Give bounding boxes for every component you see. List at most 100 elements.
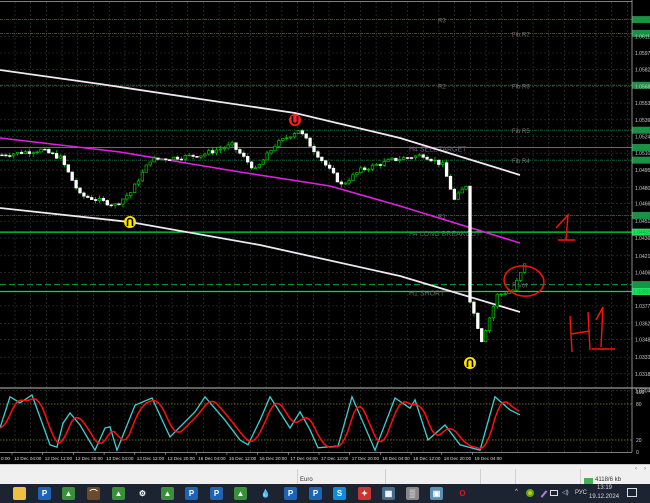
candle-body (386, 159, 390, 162)
candle-body (320, 156, 324, 162)
candle-body (370, 164, 375, 170)
candle-body (70, 171, 74, 181)
candle-body (191, 154, 195, 157)
candle-body (487, 317, 492, 331)
candle-body (109, 204, 113, 207)
candle-body (195, 156, 199, 158)
support-resistance-levels: 1.06260R31.06140Fib R71.05690R2 Fib R61.0… (0, 16, 650, 297)
candle-body (31, 152, 35, 154)
candle-body (35, 151, 39, 154)
network-icon[interactable] (550, 490, 558, 496)
scroll-right-icon[interactable]: › (644, 466, 646, 472)
level-label: Pivot (512, 283, 528, 290)
app-p-icon[interactable]: P (38, 487, 51, 500)
clock-date[interactable]: 19.12.2024 (589, 494, 619, 500)
opera-icon[interactable]: O (456, 487, 469, 500)
candle-body (444, 162, 449, 177)
xpert-icon[interactable]: ⌒ (87, 487, 100, 500)
tray-expand-icon[interactable]: ^ (515, 489, 518, 495)
price-axis-label: 1.04510 (635, 219, 650, 225)
candle-body (23, 151, 28, 155)
image-viewer-icon[interactable]: ▒ (406, 487, 419, 500)
price-chart[interactable]: 1.06260R31.06140Fib R71.05690R2 Fib R61.0… (0, 0, 650, 464)
price-axis-label: 1.03330 (635, 355, 650, 361)
price-axis-label: 1.03775 (635, 304, 650, 310)
divider (385, 469, 386, 485)
app-p-icon[interactable]: P (309, 487, 322, 500)
tray-app-icon[interactable] (526, 489, 534, 497)
level-label: Fib R5 (512, 129, 530, 135)
chart-grid (0, 2, 632, 452)
metatrader-icon[interactable]: ▲ (62, 487, 75, 500)
level-label: H1 SHORT (409, 290, 445, 297)
candle-body (183, 155, 187, 160)
candle-body (97, 198, 102, 201)
candle-body (90, 197, 94, 200)
arrow-up-icon (464, 357, 476, 369)
metatrader-icon[interactable]: ▲ (234, 487, 247, 500)
candle-body (164, 158, 168, 161)
clock-time[interactable]: 13:19 (597, 485, 612, 491)
candle-body (171, 156, 176, 161)
candle-body (433, 159, 437, 162)
picture-icon[interactable]: ▣ (430, 487, 443, 500)
candle-body (51, 152, 55, 155)
app-p-icon[interactable]: P (284, 487, 297, 500)
candle-body (203, 153, 207, 157)
candle-body (425, 156, 429, 160)
candle-body (374, 164, 379, 166)
file-explorer-icon[interactable] (13, 487, 26, 500)
candle-body (394, 157, 398, 161)
time-axis-label: 12 Dec 12:00 (45, 456, 73, 461)
candle-body (409, 157, 414, 159)
candle-body (82, 192, 86, 197)
pen-icon[interactable] (540, 490, 548, 498)
water-drop-icon[interactable]: 💧 (259, 487, 272, 500)
candle-body (261, 159, 265, 165)
candle-body (483, 330, 488, 342)
candle-body (472, 301, 476, 314)
level-label: R3 (438, 19, 446, 25)
candle-body (378, 164, 382, 166)
candle-body (300, 130, 304, 135)
game-icon[interactable]: ✦ (358, 487, 371, 500)
calculator-icon[interactable]: ▦ (382, 487, 395, 500)
candle-body (226, 144, 230, 149)
level-label: R2 (438, 84, 446, 90)
candle-body (129, 192, 133, 197)
candle-body (499, 293, 503, 296)
candle-body (249, 161, 254, 169)
candle-body (4, 154, 8, 157)
candle-body (503, 293, 507, 295)
divider (580, 469, 581, 485)
settings-icon[interactable]: ⚙ (136, 487, 149, 500)
time-axis-label: 13 Dec 04:00 (106, 456, 134, 461)
time-axis-label: 18 Dec 04:00 (382, 456, 410, 461)
price-axis-label: 1.04210 (635, 254, 650, 260)
metatrader-icon[interactable]: ▲ (161, 487, 174, 500)
candle-body (429, 158, 433, 162)
level-price-tag-text: 1.05040 (633, 158, 650, 164)
candle-body (308, 137, 312, 147)
app-p-icon[interactable]: P (210, 487, 223, 500)
price-axis-label: 1.05100 (635, 151, 650, 157)
speaker-icon[interactable]: ◁) (562, 489, 569, 496)
scroll-left-icon[interactable]: ‹ (635, 466, 637, 472)
candle-body (210, 150, 215, 154)
time-axis-label: 18 Dec 20:00 (444, 456, 472, 461)
candle-body (0, 154, 4, 157)
level-price-tag-text: 1.03960 (633, 283, 650, 289)
candle-body (288, 136, 293, 139)
candle-body (355, 172, 359, 176)
candle-body (327, 164, 332, 169)
notifications-icon[interactable] (627, 488, 637, 497)
skype-icon[interactable]: S (333, 487, 346, 500)
drawn-1-annotation (555, 213, 575, 241)
candle-body (507, 291, 511, 295)
price-axis-label: 1.04665 (635, 201, 650, 207)
price-axis-label: 1.04955 (635, 168, 650, 174)
metatrader-icon[interactable]: ▲ (112, 487, 125, 500)
candle-body (398, 159, 402, 161)
app-p-icon[interactable]: P (185, 487, 198, 500)
language-indicator[interactable]: РУС (575, 490, 587, 496)
